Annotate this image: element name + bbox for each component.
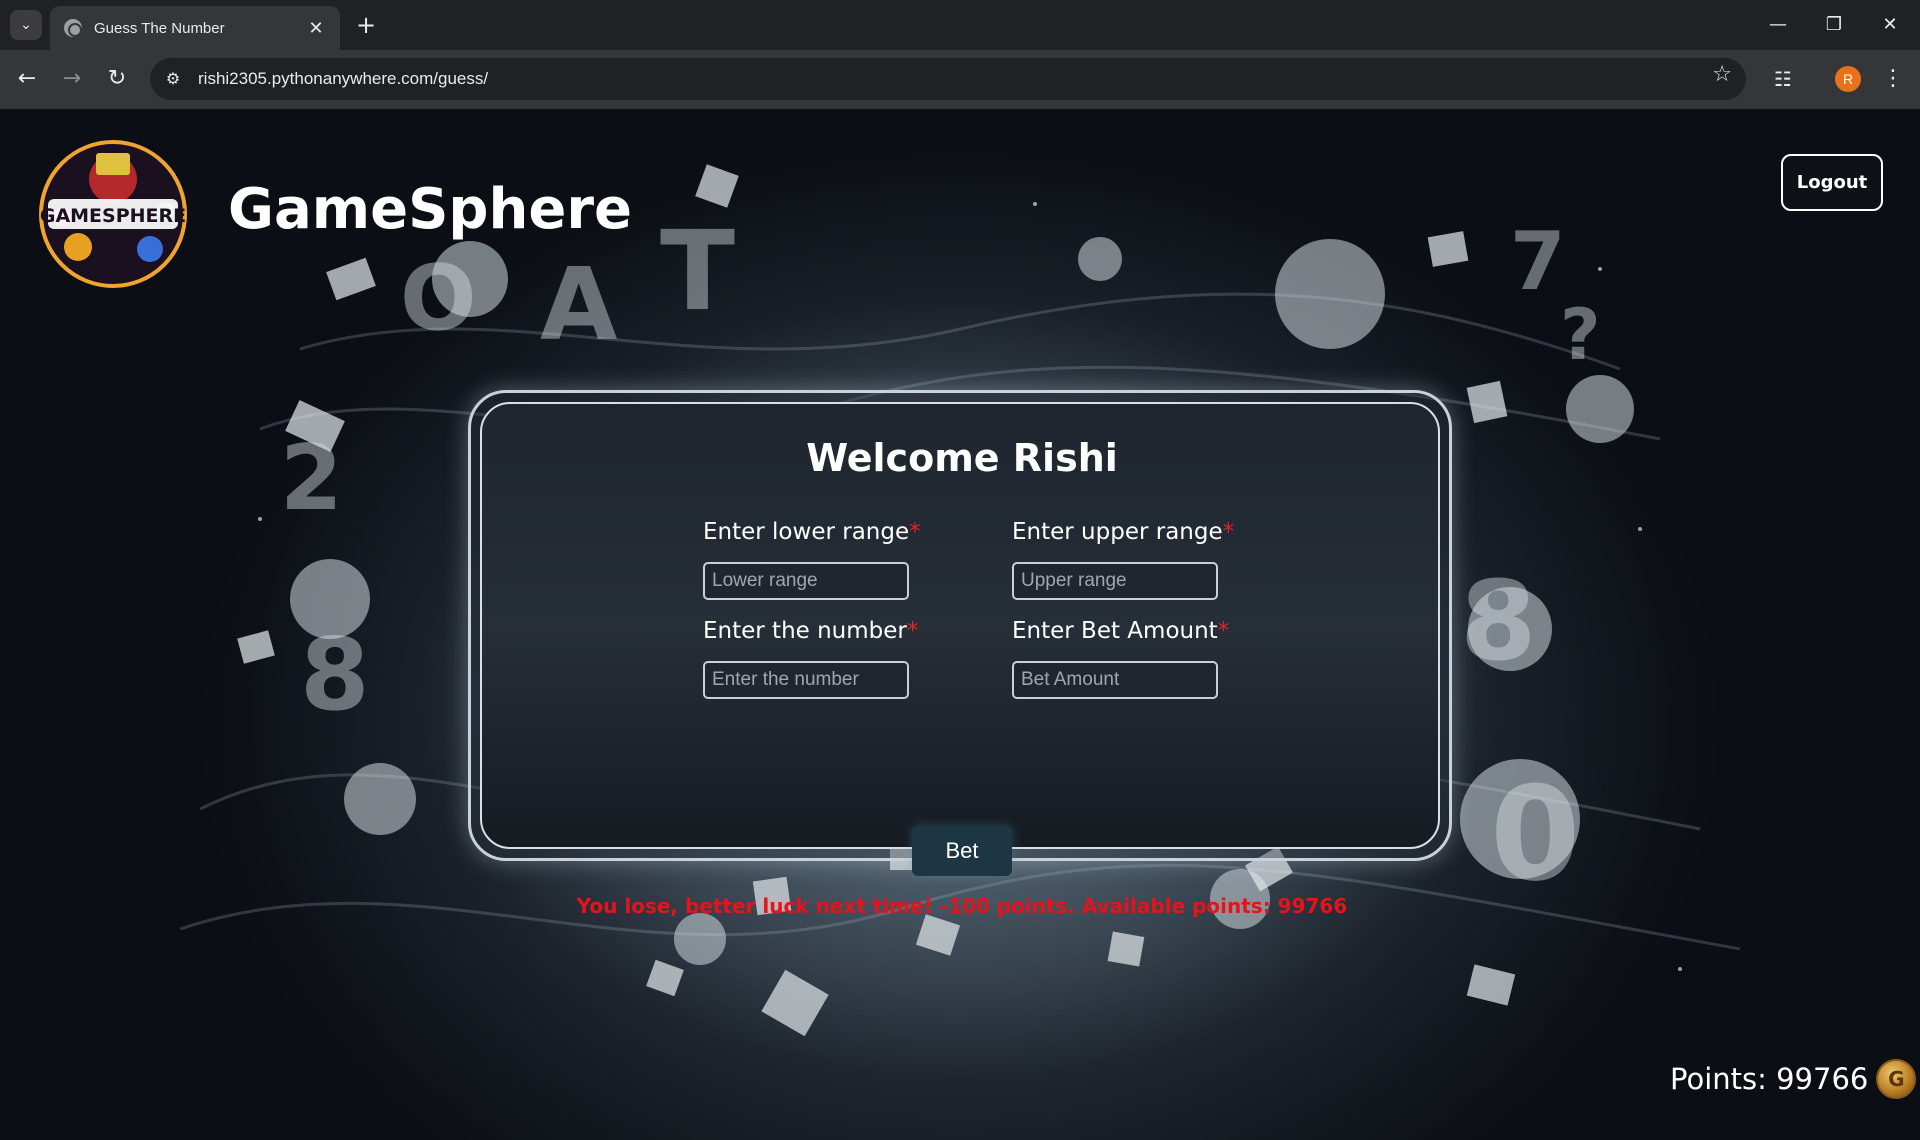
lower-range-label-text: Enter lower range [703,519,910,545]
window-close-button[interactable]: ✕ [1862,8,1918,42]
lower-range-label: Enter lower range* [703,519,921,545]
number-label-text: Enter the number [703,618,907,644]
browser-chrome: ⌄ Guess The Number ✕ + — ❐ ✕ ← → ↻ ⚙ ris… [0,0,1920,109]
url-text[interactable]: rishi2305.pythonanywhere.com/guess/ [198,69,488,89]
points-text: Points: 99766 [1670,1062,1869,1096]
restore-button[interactable]: ❐ [1806,8,1862,42]
browser-toolbar: ← → ↻ ⚙ rishi2305.pythonanywhere.com/gue… [0,50,1920,109]
svg-text:7: 7 [1510,215,1566,308]
close-icon[interactable]: ✕ [306,18,326,39]
welcome-heading: Welcome Rishi [806,436,1118,480]
tab-title: Guess The Number [94,19,225,37]
result-message: You lose, better luck next time! -100 po… [576,894,1348,918]
tab-guess-the-number[interactable]: Guess The Number ✕ [50,6,340,50]
address-bar[interactable]: ⚙ rishi2305.pythonanywhere.com/guess/ ☆ [150,58,1746,100]
svg-text:8: 8 [300,616,370,733]
required-mark: * [906,618,919,644]
logo-text: GAMESPHERE [40,205,186,227]
svg-text:A: A [540,246,617,363]
back-button[interactable]: ← [10,62,44,96]
coin-letter: G [1888,1067,1905,1091]
extensions-puzzle-icon[interactable]: ☷ [1766,62,1800,96]
lower-range-input[interactable] [703,562,909,600]
number-label: Enter the number* [703,618,918,644]
required-mark: * [909,519,921,545]
svg-text:2: 2 [280,426,343,531]
bookmark-star-icon[interactable]: ☆ [1712,62,1732,87]
svg-text:0: 0 [1490,758,1580,910]
tab-strip: ⌄ Guess The Number ✕ + — ❐ ✕ [0,0,1920,50]
svg-text:8: 8 [1460,557,1537,685]
coin-icon: G [1876,1059,1917,1099]
upper-range-label-text: Enter upper range [1012,519,1223,545]
tab-search-button[interactable]: ⌄ [10,10,42,40]
game-page: 7 T A 2 8 8 0 ? O GAMESPHERE GameSphere … [0,109,1920,1140]
gamesphere-logo: GAMESPHERE [39,140,187,288]
bet-amount-label-text: Enter Bet Amount [1012,618,1218,644]
svg-text:O: O [400,246,477,351]
logout-button[interactable]: Logout [1781,154,1883,211]
bet-amount-label: Enter Bet Amount* [1012,618,1229,644]
required-mark: * [1222,519,1235,545]
reload-button[interactable]: ↻ [100,62,134,96]
guess-number-input[interactable] [703,661,909,699]
profile-avatar[interactable]: R [1835,66,1861,92]
minimize-button[interactable]: — [1750,8,1806,42]
points-display: Points: 99766 G [1670,1059,1917,1099]
guess-form-card: Welcome Rishi Enter lower range* Enter u… [480,402,1440,918]
forward-button[interactable]: → [55,62,89,96]
svg-text:?: ? [1560,294,1601,376]
browser-menu-icon[interactable]: ⋮ [1878,62,1908,96]
new-tab-button[interactable]: + [352,12,380,40]
bet-amount-input[interactable] [1012,661,1218,699]
site-info-icon[interactable]: ⚙ [156,62,190,96]
site-title: GameSphere [228,177,632,242]
chevron-down-icon: ⌄ [20,17,32,33]
upper-range-input[interactable] [1012,562,1218,600]
required-mark: * [1217,618,1230,644]
globe-icon [64,19,82,37]
bet-button[interactable]: Bet [912,826,1012,876]
upper-range-label: Enter upper range* [1012,519,1234,545]
svg-text:T: T [660,207,735,335]
